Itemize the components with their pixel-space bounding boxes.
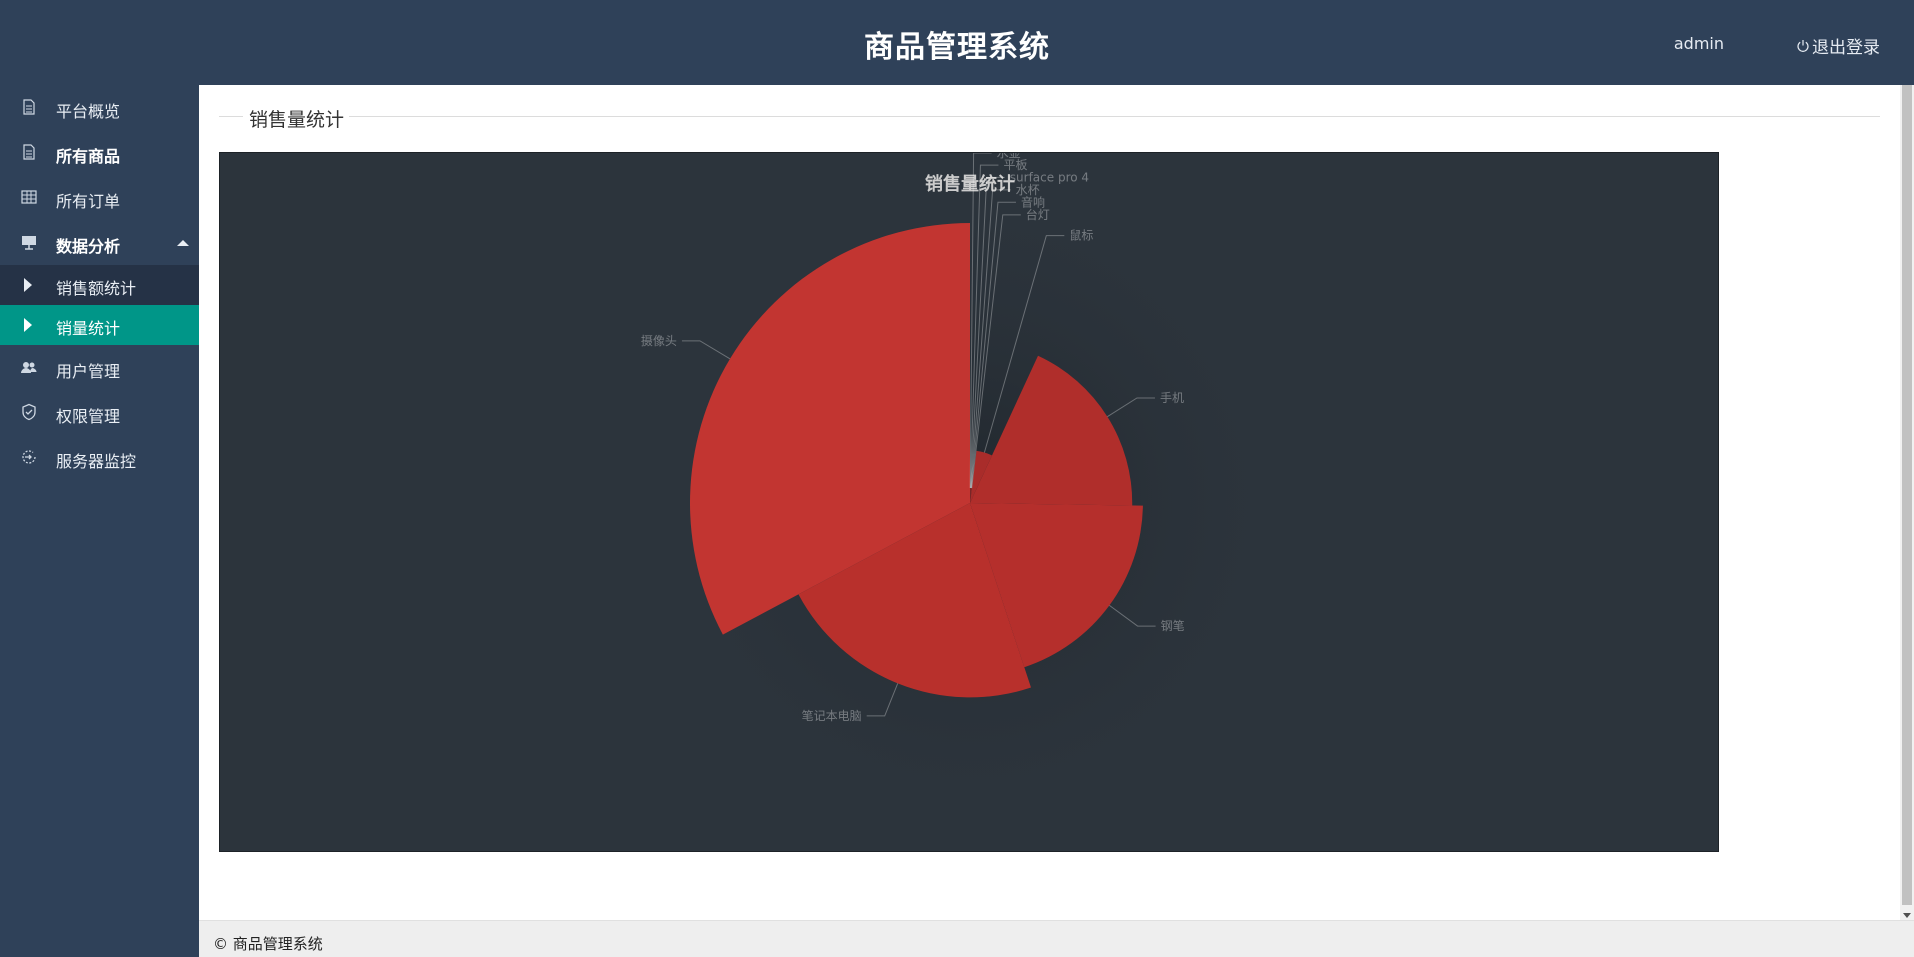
triangle-right-icon — [24, 278, 32, 292]
sidebar-item-label: 权限管理 — [56, 407, 121, 426]
sidebar-item-overview[interactable]: 平台概览 — [0, 85, 199, 130]
chart-svg: 销售量统计 摄像头笔记本电脑钢笔手机鼠标台灯音响水杯surface pro 4平… — [630, 153, 1310, 843]
sidebar-item-products[interactable]: 所有商品 — [0, 130, 199, 175]
sidebar-subitem-label: 销量统计 — [56, 319, 121, 338]
slice-label: 平板 — [1003, 158, 1027, 172]
sidebar-item-label: 用户管理 — [56, 362, 121, 381]
sidebar-subitem-sales-amount[interactable]: 销售额统计 — [0, 265, 199, 305]
footer-text: © 商品管理系统 — [213, 935, 323, 953]
power-icon — [1797, 39, 1809, 52]
slice-label: 摄像头 — [641, 333, 677, 348]
shield-icon — [22, 403, 36, 421]
scrollbar[interactable] — [1900, 85, 1914, 920]
sidebar-item-analytics[interactable]: 数据分析 — [0, 220, 199, 265]
sidebar-item-label: 平台概览 — [56, 102, 121, 121]
divider — [349, 116, 1880, 117]
sidebar-item-label: 所有商品 — [56, 147, 121, 166]
sidebar-item-label: 所有订单 — [56, 192, 121, 211]
sidebar-item-server-monitor[interactable]: 服务器监控 — [0, 435, 199, 480]
presentation-icon — [22, 236, 36, 250]
users-icon — [21, 362, 37, 373]
slice-label: surface pro 4 — [1010, 170, 1089, 184]
sidebar-item-label: 服务器监控 — [56, 452, 137, 471]
footer: © 商品管理系统 — [199, 920, 1914, 957]
logout-label: 退出登录 — [1812, 38, 1880, 58]
section-title: 销售量统计 — [249, 109, 345, 131]
scrollbar-thumb[interactable] — [1902, 85, 1912, 905]
slice-label: 水壶 — [997, 153, 1021, 160]
top-header: 商品管理系统 admin 退出登录 — [0, 0, 1914, 85]
sidebar-subitem-label: 销售额统计 — [56, 279, 137, 298]
sidebar-item-label: 数据分析 — [56, 237, 121, 256]
sidebar-subitem-sales-volume[interactable]: 销量统计 — [0, 305, 199, 345]
slice-label: 笔记本电脑 — [802, 708, 862, 723]
scroll-down-arrow-icon[interactable] — [1903, 913, 1911, 918]
caret-up-icon — [177, 240, 189, 246]
sidebar-item-permissions[interactable]: 权限管理 — [0, 390, 199, 435]
chart-title: 销售量统计 — [925, 173, 1015, 195]
sidebar-item-users[interactable]: 用户管理 — [0, 345, 199, 390]
sidebar: 平台概览 所有商品 所有订单 数据分析 销售额统计 销量统计 用户管理 权限管理… — [0, 85, 199, 957]
main-content: 销售量统计 销售量统计 摄像头 笔记本电脑 钢笔 手机 鼠标 台灯 音响 水杯 surface … — [199, 85, 1900, 920]
slice-label: 手机 — [1160, 391, 1184, 405]
sidebar-item-orders[interactable]: 所有订单 — [0, 175, 199, 220]
divider — [219, 116, 243, 117]
logout-button[interactable]: 退出登录 — [1796, 33, 1880, 58]
slice-label: 钢笔 — [1161, 618, 1185, 633]
section-header: 销售量统计 — [219, 105, 1880, 131]
sales-volume-chart: 销售量统计 摄像头 笔记本电脑 钢笔 手机 鼠标 台灯 音响 水杯 surface pro 4平… — [219, 152, 1719, 852]
username-label[interactable]: admin — [1674, 34, 1724, 53]
monitor-icon — [22, 450, 36, 464]
triangle-right-icon — [24, 318, 32, 332]
slice-label: 水杯 — [1016, 183, 1040, 197]
grid-icon — [21, 190, 37, 204]
slice-label: 鼠标 — [1069, 229, 1093, 243]
document-icon — [23, 144, 35, 160]
document-icon — [23, 99, 35, 115]
app-title: 商品管理系统 — [864, 30, 1050, 65]
